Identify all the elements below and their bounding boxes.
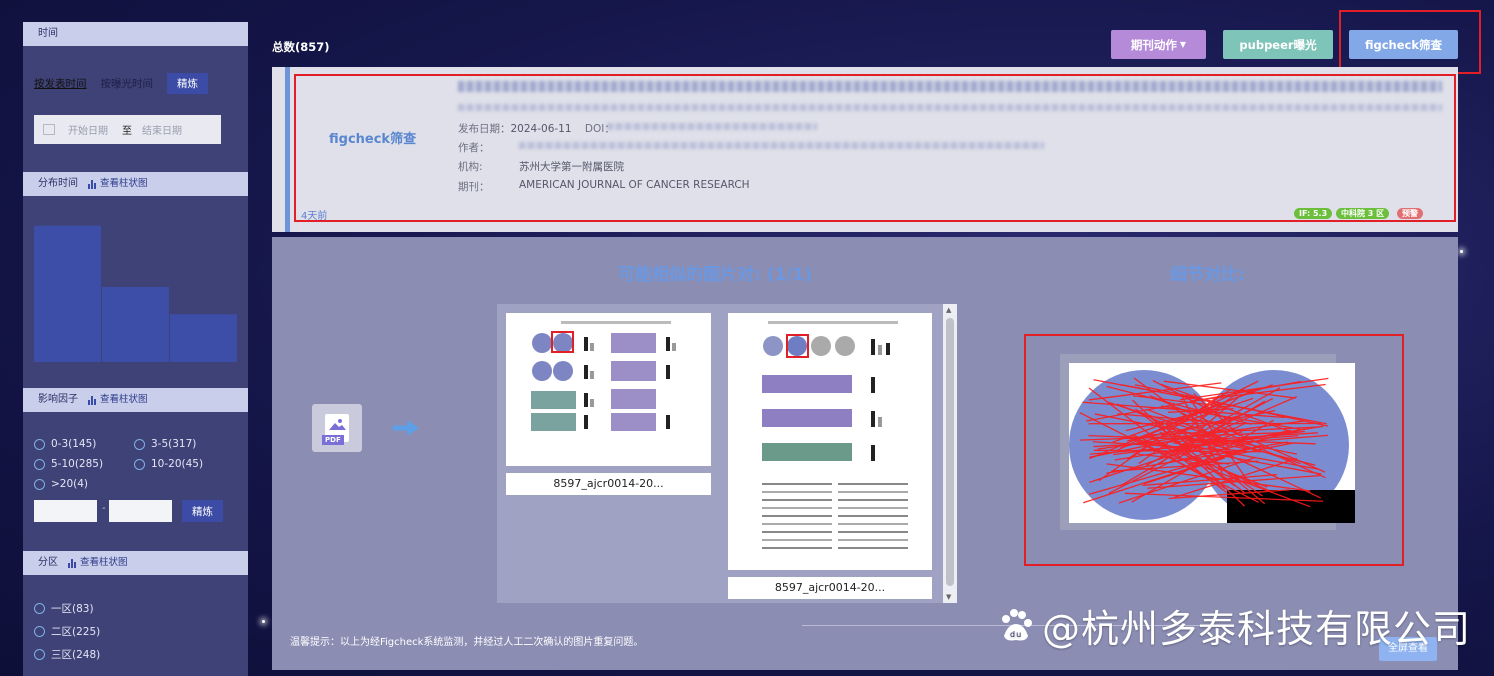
scroll-up-icon[interactable]: ▲: [946, 306, 951, 314]
radio-icon: [34, 626, 45, 637]
image-pair-list[interactable]: 8597_ajcr0014-20... 8597_ajcr0014-20... …: [497, 304, 957, 603]
date-separator: 至: [122, 126, 132, 137]
partition-header-label: 分区: [38, 557, 58, 568]
date-start-input[interactable]: 开始日期: [68, 122, 108, 137]
radio-icon: [134, 438, 145, 450]
refine-time-button[interactable]: 精炼: [167, 73, 208, 94]
view-chart-link[interactable]: 查看柱状图: [68, 551, 128, 575]
star: [1460, 250, 1463, 253]
impact-option[interactable]: 10-20(45): [134, 458, 203, 470]
arrow-right-icon: [393, 420, 419, 436]
thumbnail-caption-2: 8597_ajcr0014-20...: [728, 577, 932, 599]
partition-option[interactable]: 三区(248): [34, 647, 100, 662]
view-chart-label: 查看柱状图: [100, 394, 148, 405]
impact-header-label: 影响因子: [38, 394, 78, 405]
distribution-header-label: 分布时间: [38, 178, 78, 189]
pdf-file-icon[interactable]: PDF: [312, 404, 362, 452]
time-tabs: 按发表时间 按曝光时间 精炼: [34, 73, 208, 94]
figure-thumbnail-1[interactable]: [506, 313, 711, 466]
svg-text:du: du: [1010, 630, 1022, 639]
bar-chart-icon: [88, 179, 96, 189]
scroll-down-icon[interactable]: ▼: [946, 593, 951, 601]
refine-impact-button[interactable]: 精炼: [182, 500, 223, 522]
tab-publish-time[interactable]: 按发表时间: [34, 76, 87, 91]
impact-option[interactable]: >20(4): [34, 478, 88, 490]
radio-icon: [34, 438, 45, 450]
distribution-bar: [102, 287, 169, 362]
bar-chart-icon: [88, 395, 96, 405]
highlight-box: [1024, 334, 1404, 566]
detail-compare-title: 细节对比:: [1170, 265, 1245, 285]
distribution-chart: [34, 225, 237, 362]
date-end-input[interactable]: 结束日期: [142, 122, 182, 137]
view-chart-link[interactable]: 查看柱状图: [88, 388, 148, 412]
thumbnail-caption-1: 8597_ajcr0014-20...: [506, 473, 711, 495]
figure-page-image: [531, 321, 676, 431]
journal-action-label: 期刊动作: [1130, 37, 1177, 52]
impact-option[interactable]: 5-10(285): [34, 458, 103, 470]
impact-min-input[interactable]: [34, 500, 97, 522]
impact-section-header: 影响因子 查看柱状图: [23, 388, 248, 412]
scrollbar-thumb[interactable]: [946, 318, 954, 586]
journal-action-button[interactable]: 期刊动作 ▼: [1111, 30, 1206, 59]
radio-icon: [34, 649, 45, 660]
bar-chart-icon: [68, 558, 76, 568]
distribution-bar: [34, 225, 101, 362]
highlight-box: [1339, 10, 1481, 74]
pdf-doc-icon: PDF: [322, 414, 349, 445]
card-accent: [285, 67, 290, 232]
partition-option[interactable]: 一区(83): [34, 601, 94, 616]
pubpeer-button[interactable]: pubpeer曝光: [1223, 30, 1333, 59]
time-section-header: 时间: [23, 22, 248, 46]
watermark: du @杭州多泰科技有限公司: [996, 598, 1471, 653]
partition-section-header: 分区 查看柱状图: [23, 551, 248, 575]
distribution-bar: [170, 314, 237, 362]
date-range-picker[interactable]: 开始日期 至 结束日期: [34, 115, 221, 144]
view-chart-label: 查看柱状图: [80, 557, 128, 568]
radio-icon: [34, 603, 45, 614]
figure-thumbnail-2[interactable]: [728, 313, 932, 570]
figure-page-image: [762, 321, 908, 549]
filter-sidebar: 时间 按发表时间 按曝光时间 精炼 开始日期 至 结束日期 分布时间 查看柱状图…: [23, 22, 248, 676]
calendar-icon: [43, 124, 55, 135]
radio-icon: [34, 458, 45, 470]
time-header-label: 时间: [38, 28, 58, 39]
impact-option[interactable]: 3-5(317): [134, 438, 196, 450]
caret-down-icon: ▼: [1179, 40, 1187, 49]
vertical-scrollbar[interactable]: ▲ ▼: [943, 304, 957, 603]
total-count: 总数(857): [272, 40, 330, 54]
baidu-paw-icon: du: [1002, 608, 1032, 640]
view-chart-label: 查看柱状图: [100, 178, 148, 189]
highlight-box: [294, 74, 1456, 222]
impact-max-input[interactable]: [109, 500, 172, 522]
watermark-text: @杭州多泰科技有限公司: [1042, 607, 1472, 651]
warning-tip: 温馨提示：以上为经Figcheck系统监测，并经过人工二次确认的图片重复问题。: [290, 637, 644, 648]
radio-icon: [34, 478, 45, 490]
pdf-tag: PDF: [322, 435, 344, 445]
range-separator: -: [102, 503, 106, 514]
view-chart-link[interactable]: 查看柱状图: [88, 172, 148, 196]
image-icon: [329, 419, 346, 430]
similar-pairs-title: 可能相似的图片对: (1/1): [618, 265, 813, 285]
partition-option[interactable]: 二区(225): [34, 624, 100, 639]
star: [262, 620, 265, 623]
tab-exposure-time[interactable]: 按曝光时间: [101, 76, 154, 91]
distribution-section-header: 分布时间 查看柱状图: [23, 172, 248, 196]
radio-icon: [134, 458, 145, 470]
impact-option[interactable]: 0-3(145): [34, 438, 96, 450]
